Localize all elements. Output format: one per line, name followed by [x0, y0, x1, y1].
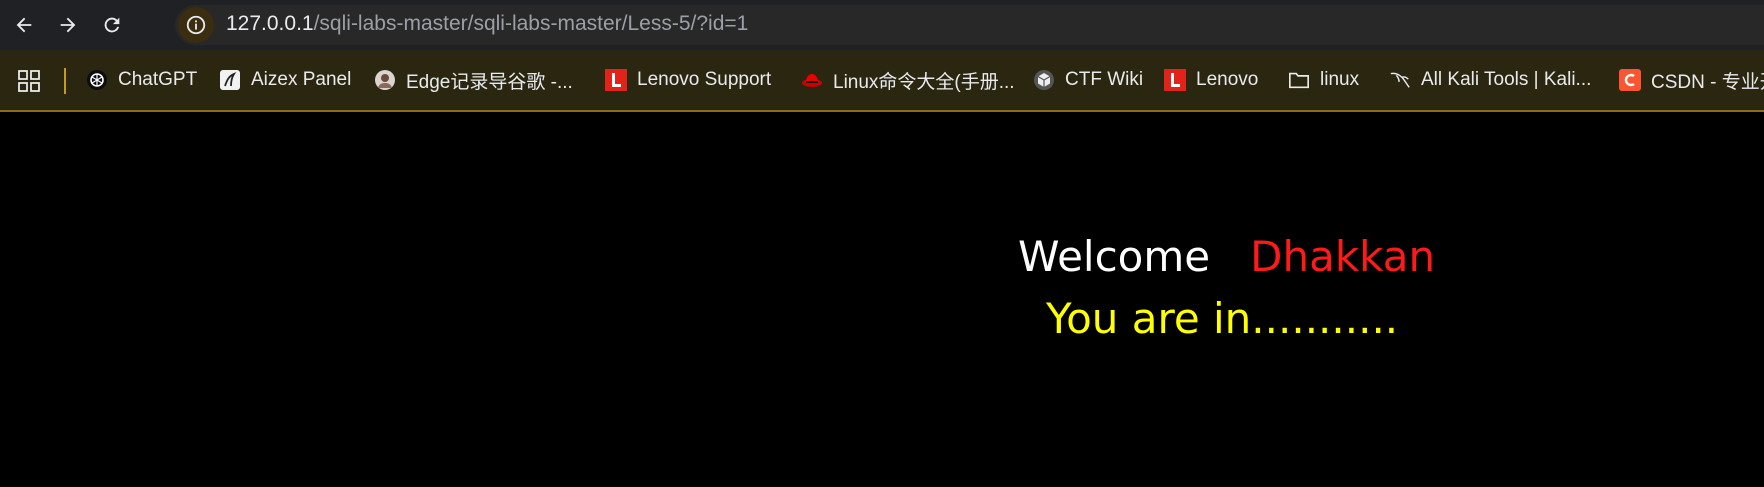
bookmarks-separator [64, 68, 66, 94]
bookmark-label: CTF Wiki [1065, 69, 1144, 90]
arrow-left-icon [16, 17, 32, 33]
forward-button[interactable] [48, 5, 88, 45]
redhat-icon [801, 69, 823, 91]
kali-icon [1389, 69, 1411, 91]
welcome-label: Welcome [1018, 232, 1211, 281]
bookmark-label: All Kali Tools | Kali... [1421, 69, 1592, 90]
bookmark-label: Edge记录导谷歌 -... [406, 71, 573, 93]
ctf-icon [1033, 69, 1055, 91]
bookmark-ctf-wiki[interactable]: CTF Wiki [1033, 65, 1143, 95]
user-name: Dhakkan [1250, 232, 1436, 281]
bookmark-csdn[interactable]: CSDN - 专业开 [1619, 65, 1764, 95]
bookmark-aizex-panel[interactable]: Aizex Panel [219, 65, 351, 95]
bookmark-lenovo[interactable]: Lenovo [1164, 65, 1258, 95]
welcome-line: Welcome Dhakkan [1018, 232, 1435, 281]
reload-icon [104, 17, 120, 33]
lenovo-icon [1164, 69, 1186, 91]
bookmark-label: Lenovo Support [637, 69, 772, 90]
bookmarks-bar: ChatGPT Aizex Panel Edge记录导谷歌 -... Lenov… [0, 50, 1764, 112]
back-button[interactable] [4, 5, 44, 45]
url-host: 127.0.0.1 [226, 12, 314, 35]
site-info-button[interactable] [178, 7, 214, 43]
login-status: You are in........... [1046, 294, 1399, 343]
url-path: /sqli-labs-master/sqli-labs-master/Less-… [313, 12, 749, 35]
avatar-icon [374, 69, 396, 91]
info-icon [186, 15, 206, 35]
aizex-icon [219, 69, 241, 91]
chatgpt-icon [86, 69, 108, 91]
csdn-icon [1619, 69, 1641, 91]
arrow-right-icon [60, 17, 76, 33]
reload-button[interactable] [92, 5, 132, 45]
bookmark-label: linux [1320, 69, 1360, 90]
bookmark-folder-linux[interactable]: linux [1288, 65, 1359, 95]
lenovo-icon [605, 69, 627, 91]
apps-grid-icon[interactable] [18, 70, 40, 92]
folder-icon [1288, 69, 1310, 91]
address-url[interactable]: 127.0.0.1/sqli-labs-master/sqli-labs-mas… [226, 12, 748, 36]
bookmark-lenovo-support[interactable]: Lenovo Support [605, 65, 771, 95]
bookmark-linux-commands[interactable]: Linux命令大全(手册... [801, 65, 1015, 95]
bookmark-label: CSDN - 专业开 [1651, 71, 1764, 93]
bookmark-label: ChatGPT [118, 69, 198, 90]
bookmark-edge-to-chrome[interactable]: Edge记录导谷歌 -... [374, 65, 573, 95]
page-content: Welcome Dhakkan You are in........... [0, 112, 1764, 487]
bookmark-label: Lenovo [1196, 69, 1259, 90]
bookmark-chatgpt[interactable]: ChatGPT [86, 65, 197, 95]
bookmark-kali-tools[interactable]: All Kali Tools | Kali... [1389, 65, 1591, 95]
bookmark-label: Linux命令大全(手册... [833, 71, 1015, 93]
bookmark-label: Aizex Panel [251, 69, 352, 90]
